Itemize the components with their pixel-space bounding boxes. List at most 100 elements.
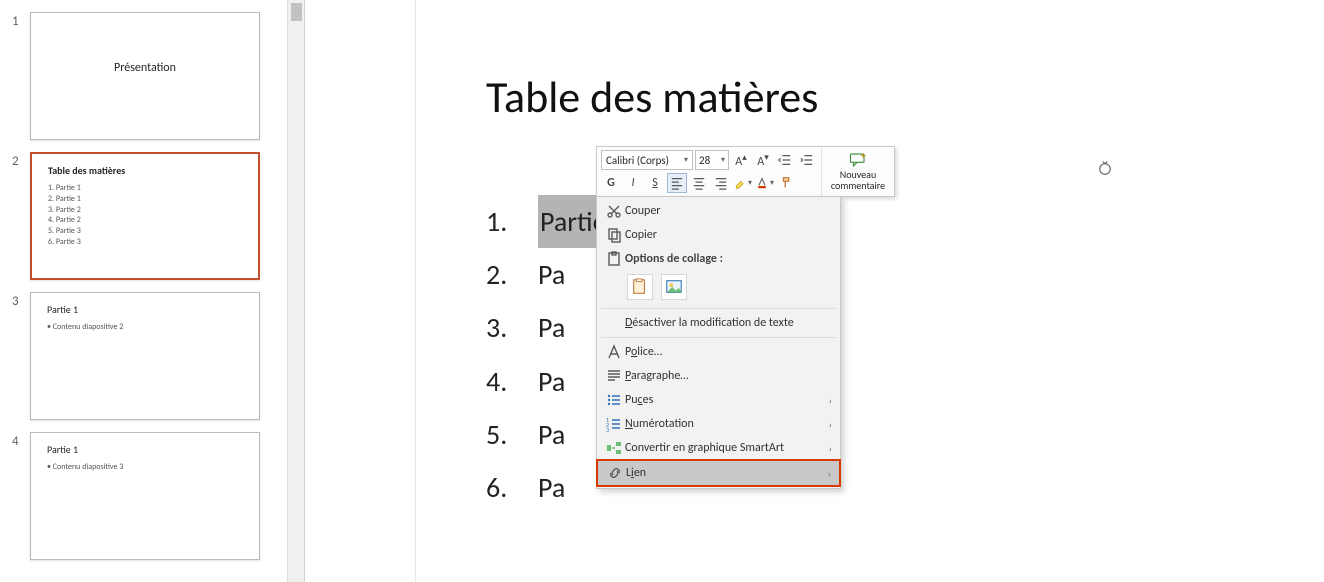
mt-font-block: Calibri (Corps) ▾ 28 ▾ A▴ A▾ bbox=[597, 147, 822, 196]
decrease-font-button[interactable]: A▾ bbox=[753, 150, 773, 170]
menu-bullets[interactable]: Puces › bbox=[597, 388, 840, 412]
new-comment-button[interactable]: Nouveau commentaire bbox=[822, 147, 894, 196]
decrease-font-icon: A▾ bbox=[757, 152, 768, 169]
rotate-handle-icon[interactable] bbox=[1096, 160, 1114, 178]
app-root: 1 Présentation 2 Table des matières 1. P… bbox=[0, 0, 1324, 582]
comment-label-2: commentaire bbox=[831, 180, 885, 191]
font-size-value: 28 bbox=[699, 154, 710, 167]
thumbnail-slide-3[interactable]: Partie 1 • Contenu diapositive 2 bbox=[30, 292, 260, 420]
italic-button[interactable]: I bbox=[623, 173, 643, 193]
scrollbar[interactable] bbox=[287, 0, 304, 582]
thumb-title: Table des matières bbox=[48, 164, 242, 177]
link-icon bbox=[604, 465, 626, 481]
list-text[interactable]: Pa bbox=[538, 461, 565, 514]
font-size-dropdown[interactable]: 28 ▾ bbox=[695, 150, 729, 170]
menu-label: Convertir en graphique SmartArt bbox=[625, 441, 829, 455]
thumb-title: Partie 1 bbox=[47, 443, 243, 456]
menu-separator bbox=[601, 308, 836, 309]
align-left-button[interactable] bbox=[667, 173, 687, 193]
chevron-down-icon: ▾ bbox=[684, 155, 688, 165]
menu-label: Police… bbox=[625, 345, 832, 359]
thumb-list-item: 6. Partie 3 bbox=[48, 237, 242, 248]
chevron-down-icon: ▾ bbox=[770, 178, 774, 188]
thumb-title: Présentation bbox=[47, 61, 243, 75]
menu-label: Options de collage : bbox=[625, 252, 832, 266]
context-menu: Couper Copier Options de collage : bbox=[596, 196, 841, 489]
list-number: 4. bbox=[486, 355, 538, 408]
thumb-list-item: 5. Partie 3 bbox=[48, 226, 242, 237]
chevron-right-icon: › bbox=[829, 418, 832, 431]
increase-font-icon: A▴ bbox=[735, 152, 746, 169]
font-color-button[interactable]: ▾ bbox=[755, 173, 775, 193]
paragraph-icon bbox=[603, 368, 625, 384]
chevron-down-icon: ▾ bbox=[721, 155, 725, 165]
align-right-button[interactable] bbox=[711, 173, 731, 193]
chevron-right-icon: › bbox=[829, 394, 832, 407]
list-text[interactable]: Pa bbox=[538, 408, 565, 461]
thumbnail-pane: 1 Présentation 2 Table des matières 1. P… bbox=[0, 0, 305, 582]
thumb-list: 1. Partie 1 2. Partie 1 3. Partie 2 4. P… bbox=[48, 183, 242, 248]
mini-toolbar: Calibri (Corps) ▾ 28 ▾ A▴ A▾ bbox=[596, 146, 895, 197]
list-number: 3. bbox=[486, 301, 538, 354]
decrease-indent-button[interactable] bbox=[775, 150, 795, 170]
clipboard-icon bbox=[603, 251, 625, 267]
menu-cut[interactable]: Couper bbox=[597, 199, 840, 223]
list-text[interactable]: Pa bbox=[538, 248, 565, 301]
bullets-icon bbox=[603, 392, 625, 408]
chevron-right-icon: › bbox=[829, 442, 832, 455]
svg-text:3: 3 bbox=[606, 426, 609, 432]
paste-options-row bbox=[597, 271, 840, 306]
scroll-thumb[interactable] bbox=[291, 3, 302, 21]
menu-disable-text-edit[interactable]: Désactiver la modification de texte bbox=[597, 311, 840, 335]
thumbnail-slide-1[interactable]: Présentation bbox=[30, 12, 260, 140]
comment-icon bbox=[849, 152, 867, 168]
underline-button[interactable]: S bbox=[645, 173, 665, 193]
menu-smartart[interactable]: Convertir en graphique SmartArt › bbox=[597, 436, 840, 460]
list-text[interactable]: Pa bbox=[538, 301, 565, 354]
thumbnail-row[interactable]: 1 Présentation bbox=[0, 6, 304, 146]
menu-paragraph[interactable]: Paragraphe… bbox=[597, 364, 840, 388]
paste-picture-button[interactable] bbox=[661, 274, 687, 300]
thumbnail-slide-2[interactable]: Table des matières 1. Partie 1 2. Partie… bbox=[30, 152, 260, 280]
thumbnail-slide-4[interactable]: Partie 1 • Contenu diapositive 3 bbox=[30, 432, 260, 560]
bold-button[interactable]: G bbox=[601, 173, 621, 193]
thumb-sub: • Contenu diapositive 2 bbox=[47, 322, 243, 332]
numbering-icon: 123 bbox=[603, 416, 625, 432]
menu-label: Couper bbox=[625, 204, 832, 218]
font-family-value: Calibri (Corps) bbox=[606, 154, 669, 167]
thumb-title: Partie 1 bbox=[47, 303, 243, 316]
thumbnail-number: 4 bbox=[12, 432, 30, 449]
menu-link[interactable]: Lien › bbox=[596, 459, 841, 487]
thumb-list-item: 1. Partie 1 bbox=[48, 183, 242, 194]
highlight-button[interactable]: ▾ bbox=[733, 173, 753, 193]
smartart-icon bbox=[603, 440, 625, 456]
thumb-list-item: 3. Partie 2 bbox=[48, 205, 242, 216]
menu-label: Puces bbox=[625, 393, 829, 407]
increase-font-button[interactable]: A▴ bbox=[731, 150, 751, 170]
thumb-list-item: 4. Partie 2 bbox=[48, 215, 242, 226]
format-painter-button[interactable] bbox=[777, 173, 797, 193]
menu-label: Désactiver la modification de texte bbox=[625, 316, 832, 330]
thumbnail-number: 3 bbox=[12, 292, 30, 309]
thumbnail-number: 1 bbox=[12, 12, 30, 29]
menu-copy[interactable]: Copier bbox=[597, 223, 840, 247]
align-center-button[interactable] bbox=[689, 173, 709, 193]
paste-keep-source-button[interactable] bbox=[627, 274, 653, 300]
thumbnail-row[interactable]: 2 Table des matières 1. Partie 1 2. Part… bbox=[0, 146, 304, 286]
thumbnail-row[interactable]: 4 Partie 1 • Contenu diapositive 3 bbox=[0, 426, 304, 566]
font-family-dropdown[interactable]: Calibri (Corps) ▾ bbox=[601, 150, 693, 170]
slide-canvas[interactable]: Table des matières 1. Partie 1 2. Pa bbox=[415, 0, 1324, 582]
slide-title[interactable]: Table des matières bbox=[486, 70, 818, 124]
menu-numbering[interactable]: 123 Numérotation › bbox=[597, 412, 840, 436]
menu-label: Numérotation bbox=[625, 417, 829, 431]
thumbnail-row[interactable]: 3 Partie 1 • Contenu diapositive 2 bbox=[0, 286, 304, 426]
thumb-list-item: 2. Partie 1 bbox=[48, 194, 242, 205]
chevron-down-icon: ▾ bbox=[748, 178, 752, 188]
thumbnail-number: 2 bbox=[12, 152, 30, 169]
list-text[interactable]: Pa bbox=[538, 355, 565, 408]
chevron-right-icon: › bbox=[828, 467, 831, 480]
menu-font[interactable]: Police… bbox=[597, 340, 840, 364]
thumb-sub: • Contenu diapositive 3 bbox=[47, 462, 243, 472]
copy-icon bbox=[603, 227, 625, 243]
increase-indent-button[interactable] bbox=[797, 150, 817, 170]
